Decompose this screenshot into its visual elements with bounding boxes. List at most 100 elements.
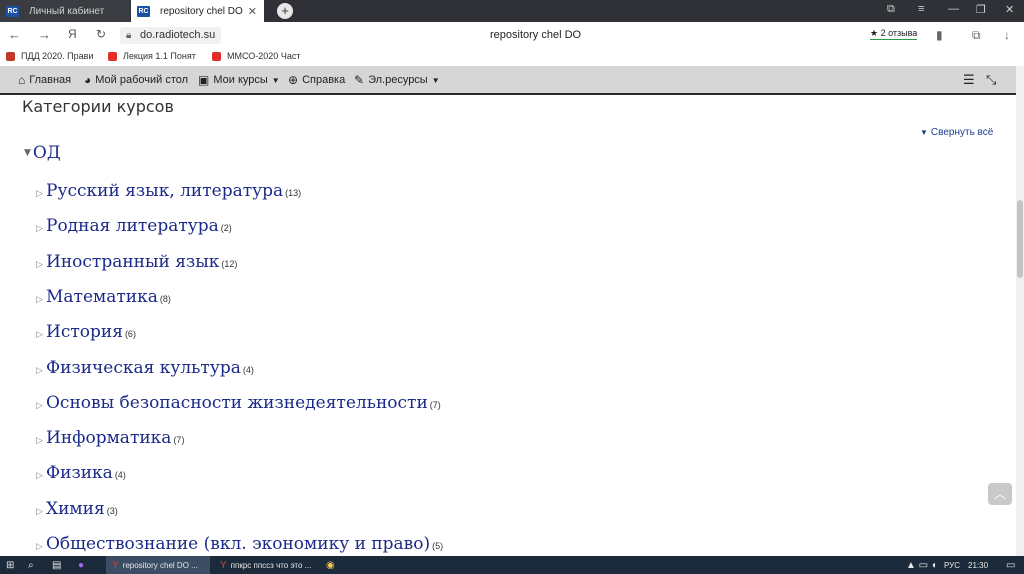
course-category-name[interactable]: Обществознание (вкл. экономику и право): [46, 534, 430, 554]
triangle-right-icon[interactable]: ▷: [36, 506, 46, 517]
course-category-name[interactable]: Русский язык, литература: [46, 181, 283, 201]
task-view-icon[interactable]: ▤: [52, 556, 65, 574]
new-tab-button[interactable]: +: [277, 3, 293, 19]
course-category-name[interactable]: Иностранный язык: [46, 252, 219, 272]
back-to-top-button[interactable]: ︿: [988, 483, 1012, 505]
menu-icon[interactable]: ≡: [918, 3, 924, 15]
nav-label: Справка: [302, 74, 346, 86]
list-icon[interactable]: ☰: [963, 72, 975, 88]
search-icon[interactable]: ⌕: [28, 556, 38, 574]
dashboard-icon: ◕: [84, 73, 92, 87]
triangle-right-icon[interactable]: ▷: [36, 223, 46, 234]
course-category-item[interactable]: ▷ Информатика (7): [36, 428, 184, 448]
close-window-icon[interactable]: ✕: [1005, 3, 1014, 16]
close-tab-icon[interactable]: ✕: [248, 5, 257, 18]
url-text: do.radiotech.su: [140, 29, 216, 41]
course-count: (2): [220, 223, 232, 234]
bookmark-icon[interactable]: ▮: [936, 28, 943, 42]
course-category-item[interactable]: ▷ Иностранный язык (12): [36, 252, 237, 272]
clock[interactable]: 21:30: [968, 556, 988, 574]
course-category-name[interactable]: Основы безопасности жизнедеятельности: [46, 393, 428, 413]
nav-label: Мои курсы: [213, 74, 268, 86]
nav-dashboard[interactable]: ◕ Мой рабочий стол: [84, 73, 188, 87]
course-count: (6): [124, 329, 136, 340]
collapse-all-label: Свернуть всё: [930, 127, 994, 138]
course-category-name[interactable]: Физическая культура: [46, 358, 241, 378]
notifications-icon[interactable]: ▭: [1006, 556, 1019, 574]
category-od[interactable]: ▼ ОД: [24, 143, 61, 163]
nav-label: Эл.ресурсы: [368, 74, 428, 86]
yandex-browser-icon: Y: [112, 559, 119, 571]
nav-help[interactable]: ⊕ Справка: [288, 73, 345, 87]
download-icon[interactable]: ↓: [1004, 28, 1010, 42]
caret-down-icon: ▼: [431, 75, 440, 85]
yandex-browser-icon: Y: [220, 559, 227, 571]
nav-home[interactable]: ⌂ Главная: [18, 73, 71, 87]
taskbar-window-repository[interactable]: Y repository chel DO ...: [106, 556, 210, 574]
course-category-name[interactable]: Физика: [46, 463, 113, 483]
triangle-right-icon[interactable]: ▷: [36, 470, 46, 481]
back-icon[interactable]: ←: [8, 27, 21, 42]
course-category-name[interactable]: Химия: [46, 499, 105, 519]
chrome-icon[interactable]: ◉: [326, 556, 339, 574]
windows-start-icon[interactable]: ⊞: [6, 556, 18, 574]
url-field[interactable]: 🔒︎ do.radiotech.su: [120, 27, 222, 44]
course-count: (7): [173, 435, 185, 446]
course-category-item[interactable]: ▷ Основы безопасности жизнедеятельности (7…: [36, 393, 441, 413]
tray-icons[interactable]: ▲ ▭ ◖: [906, 556, 941, 574]
bookmark-label: ПДД 2020. Прави: [21, 51, 94, 61]
yandex-icon[interactable]: Я: [68, 27, 77, 41]
nav-my-courses[interactable]: ▣ Мои курсы ▼: [198, 73, 280, 87]
collapse-all-link[interactable]: ▼ Свернуть всё: [920, 127, 993, 138]
course-category-item[interactable]: ▷ Химия (3): [36, 499, 118, 519]
triangle-right-icon[interactable]: ▷: [36, 259, 46, 270]
language-indicator[interactable]: РУС: [944, 556, 960, 574]
collapse-icon[interactable]: ⤡: [986, 72, 996, 88]
youtube-icon: [108, 51, 117, 61]
course-category-name[interactable]: Родная литература: [46, 216, 219, 236]
triangle-down-icon: ▼: [24, 148, 31, 158]
triangle-right-icon[interactable]: ▷: [36, 329, 46, 340]
bookmark-item[interactable]: ММСО-2020 Част: [212, 51, 300, 61]
course-category-item[interactable]: ▷ Русский язык, литература (13): [36, 181, 301, 201]
course-category-name[interactable]: История: [46, 322, 123, 342]
forward-icon[interactable]: →: [38, 27, 51, 42]
page-scrollbar[interactable]: [1016, 66, 1024, 556]
site-favicon-icon: RC: [6, 5, 19, 17]
bookmark-label: ММСО-2020 Част: [227, 51, 301, 61]
course-category-name[interactable]: Информатика: [46, 428, 171, 448]
reviews-label: 2 отзыва: [880, 28, 918, 38]
alice-icon[interactable]: ●: [78, 556, 88, 574]
triangle-right-icon[interactable]: ▷: [36, 435, 46, 446]
reload-icon[interactable]: ↻: [96, 27, 106, 41]
course-count: (7): [429, 399, 441, 410]
course-category-item[interactable]: ▷ Обществознание (вкл. экономику и право)…: [36, 534, 443, 554]
taskbar-window-ppkrs[interactable]: Y ппкрс ппссз что это ...: [214, 556, 318, 574]
course-count: (8): [159, 293, 171, 304]
bookmarks-panel-icon[interactable]: ⧉: [887, 3, 895, 16]
restore-icon[interactable]: ❐: [976, 3, 986, 16]
bookmark-item[interactable]: Лекция 1.1 Понят: [108, 51, 196, 61]
triangle-right-icon[interactable]: ▷: [36, 294, 46, 305]
reviews-button[interactable]: ★ 2 отзыва: [870, 28, 918, 40]
wrench-icon: ✎: [354, 73, 365, 87]
triangle-right-icon[interactable]: ▷: [36, 188, 46, 199]
scrollbar-thumb[interactable]: [1017, 200, 1023, 278]
course-category-item[interactable]: ▷ Математика (8): [36, 287, 171, 307]
course-category-item[interactable]: ▷ История (6): [36, 322, 136, 342]
tab-repository[interactable]: RC repository chel DO ✕: [131, 0, 264, 22]
tab-personal-cabinet[interactable]: RC Личный кабинет: [0, 0, 130, 22]
extensions-icon[interactable]: ⧉: [972, 28, 981, 43]
triangle-right-icon[interactable]: ▷: [36, 400, 46, 411]
bookmark-item[interactable]: ПДД 2020. Прави: [6, 51, 93, 61]
nav-e-resources[interactable]: ✎ Эл.ресурсы ▼: [354, 73, 440, 87]
course-category-item[interactable]: ▷ Физика (4): [36, 463, 126, 483]
triangle-right-icon[interactable]: ▷: [36, 541, 46, 552]
triangle-right-icon[interactable]: ▷: [36, 365, 46, 376]
minimize-icon[interactable]: —: [948, 3, 959, 15]
bookmark-favicon-icon: [6, 51, 15, 61]
course-category-item[interactable]: ▷ Родная литература (2): [36, 216, 232, 236]
course-category-item[interactable]: ▷ Физическая культура (4): [36, 358, 254, 378]
home-icon: ⌂: [18, 73, 26, 87]
course-category-name[interactable]: Математика: [46, 287, 158, 307]
